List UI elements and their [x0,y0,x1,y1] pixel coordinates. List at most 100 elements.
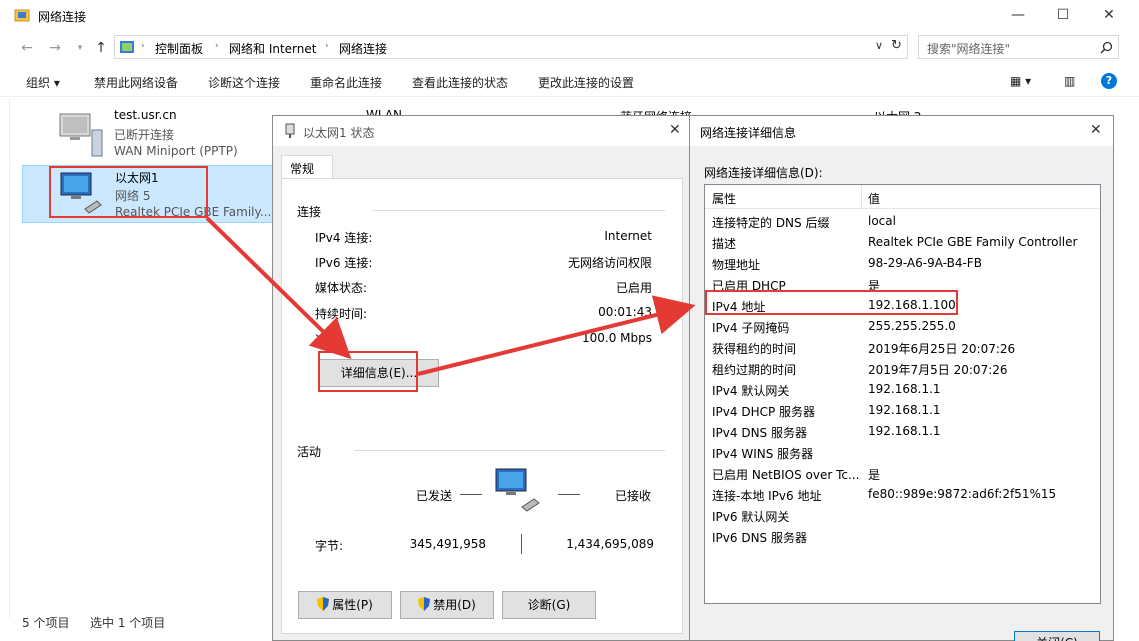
disable-button-label: 禁用(D) [433,598,476,612]
title-bar: 网络连接 — ☐ ✕ [0,0,1139,31]
duration-value: 00:01:43 [598,305,652,319]
view-options-icon[interactable]: ▦ ▾ [1010,74,1031,88]
up-arrow-icon[interactable]: ↑ [92,39,110,57]
close-icon[interactable]: ✕ [669,122,681,138]
list-header: 属性 值 [705,185,1100,209]
ipv4-connectivity-label: IPv4 连接: [315,231,373,245]
rename-command[interactable]: 重命名此连接 [310,74,382,91]
table-row[interactable]: 连接-本地 IPv6 地址 fe80::989e:9872:ad6f:2f51%1… [705,484,1100,505]
highlight-ipv4-address [705,290,958,315]
general-tab-panel: 连接 IPv4 连接: Internet IPv6 连接: 无网络访问权限 媒体… [281,178,683,634]
details-listview[interactable]: 属性 值 连接特定的 DNS 后缀 local 描述 Realtek PCIe GBE… [704,184,1101,604]
table-row[interactable]: 物理地址 98-29-A6-9A-B4-FB [705,253,1100,274]
table-row[interactable]: 连接特定的 DNS 后缀 local [705,211,1100,232]
table-row[interactable]: 获得租约的时间 2019年6月25日 20:07:26 [705,337,1100,358]
table-row[interactable]: IPv4 DHCP 服务器 192.168.1.1 [705,400,1100,421]
help-icon[interactable]: ? [1101,73,1117,89]
media-state-value: 已启用 [615,281,652,295]
property-cell: 连接-本地 IPv6 地址 [712,489,822,503]
table-row[interactable]: 租约过期的时间 2019年7月5日 20:07:26 [705,358,1100,379]
property-cell: IPv4 DNS 服务器 [712,426,807,440]
refresh-icon[interactable]: ↻ [891,38,902,53]
table-row[interactable]: IPv4 子网掩码 255.255.255.0 [705,316,1100,337]
value-cell: 2019年6月25日 20:07:26 [868,342,1016,356]
table-row[interactable]: 已启用 NetBIOS over Tc... 是 [705,463,1100,484]
table-row[interactable]: 描述 Realtek PCIe GBE Family Controller [705,232,1100,253]
preview-pane-icon[interactable]: ▥ [1064,74,1075,88]
search-icon [1100,41,1113,54]
breadcrumb-chevron-icon: › [325,41,329,51]
selected-count: 选中 1 个项目 [90,616,166,630]
command-bar: 组织 ▾ 禁用此网络设备 诊断这个连接 重命名此连接 查看此连接的状态 更改此连… [0,66,1139,97]
column-header-property[interactable]: 属性 [712,190,736,207]
bytes-sent-value: 345,491,958 [409,537,486,551]
back-arrow-icon[interactable]: ← [18,39,36,57]
properties-button-label: 属性(P) [332,598,373,612]
highlight-details-button [318,351,418,392]
change-settings-command[interactable]: 更改此连接的设置 [538,74,634,91]
property-cell: 物理地址 [712,258,761,272]
close-window-button[interactable]: ✕ [1086,0,1132,30]
connection-group-label: 连接 [297,205,322,219]
table-row[interactable]: IPv6 默认网关 [705,505,1100,526]
status-dialog-title: 以太网1 状态 [303,126,375,140]
uac-shield-icon [317,597,330,611]
value-cell: 192.168.1.1 [868,382,941,396]
uac-shield-icon [418,597,431,611]
speed-value: 100.0 Mbps [581,331,652,345]
bytes-received-value: 1,434,695,089 [566,537,654,551]
value-cell: 98-29-A6-9A-B4-FB [868,256,982,270]
column-header-value[interactable]: 值 [868,190,880,207]
value-cell: 是 [868,468,881,482]
maximize-button[interactable]: ☐ [1040,0,1086,30]
tab-general-label: 常规 [290,162,315,176]
property-cell: IPv6 DNS 服务器 [712,531,807,545]
recent-chevron-icon[interactable]: ▾ [71,39,89,57]
diagnose-command[interactable]: 诊断这个连接 [208,74,280,91]
breadcrumb-control-panel[interactable]: 控制面板 [155,40,203,57]
address-field[interactable]: › 控制面板 › 网络和 Internet › 网络连接 ∨ ↻ [114,35,908,59]
property-cell: 连接特定的 DNS 后缀 [712,216,830,230]
table-row[interactable]: IPv6 DNS 服务器 [705,526,1100,547]
property-cell: IPv4 子网掩码 [712,321,790,335]
speed-label: 速度: [315,333,344,347]
table-row[interactable]: IPv4 WINS 服务器 [705,442,1100,463]
group-divider [372,210,665,211]
ethernet-plug-icon [285,123,295,138]
diagnose-button[interactable]: 诊断(G) [502,591,596,619]
ipv6-connectivity-value: 无网络访问权限 [567,256,652,270]
media-state-label: 媒体状态: [315,281,368,295]
table-row[interactable]: IPv4 默认网关 192.168.1.1 [705,379,1100,400]
highlight-ethernet1 [49,166,208,218]
forward-arrow-icon[interactable]: → [46,39,64,57]
connection-item-pptp[interactable]: test.usr.cn 已断开连接 WAN Miniport (PPTP) [22,108,272,164]
table-row[interactable]: IPv4 DNS 服务器 192.168.1.1 [705,421,1100,442]
organize-menu[interactable]: 组织 ▾ [26,74,60,91]
disable-button[interactable]: 禁用(D) [400,591,494,619]
breadcrumb-network-connections[interactable]: 网络连接 [339,40,387,57]
minimize-button[interactable]: — [995,0,1041,30]
item-count: 5 个项目 [22,616,70,630]
status-bar: 5 个项目 选中 1 个项目 [0,612,280,634]
activity-group-label: 活动 [297,445,322,459]
search-input[interactable]: 搜索"网络连接" [918,35,1119,59]
disable-device-command[interactable]: 禁用此网络设备 [94,74,178,91]
navigation-pane-edge [0,98,10,618]
close-button[interactable]: 关闭(C) [1014,631,1100,641]
search-placeholder: 搜索"网络连接" [927,42,1011,56]
window-title: 网络连接 [38,10,87,24]
details-dialog-title: 网络连接详细信息 [700,126,797,140]
view-status-command[interactable]: 查看此连接的状态 [412,74,508,91]
column-divider[interactable] [861,185,862,209]
duration-label: 持续时间: [315,307,368,321]
close-icon[interactable]: ✕ [1090,122,1102,138]
property-cell: 租约过期的时间 [712,363,797,377]
details-list-label: 网络连接详细信息(D): [704,166,823,180]
tab-general[interactable]: 常规 [281,155,333,179]
connection-device: WAN Miniport (PPTP) [114,144,238,158]
address-dropdown-icon[interactable]: ∨ [875,39,883,52]
properties-button[interactable]: 属性(P) [298,591,392,619]
connection-status: 已断开连接 [114,128,175,142]
breadcrumb-network-internet[interactable]: 网络和 Internet [229,40,316,57]
property-cell: IPv4 DHCP 服务器 [712,405,816,419]
